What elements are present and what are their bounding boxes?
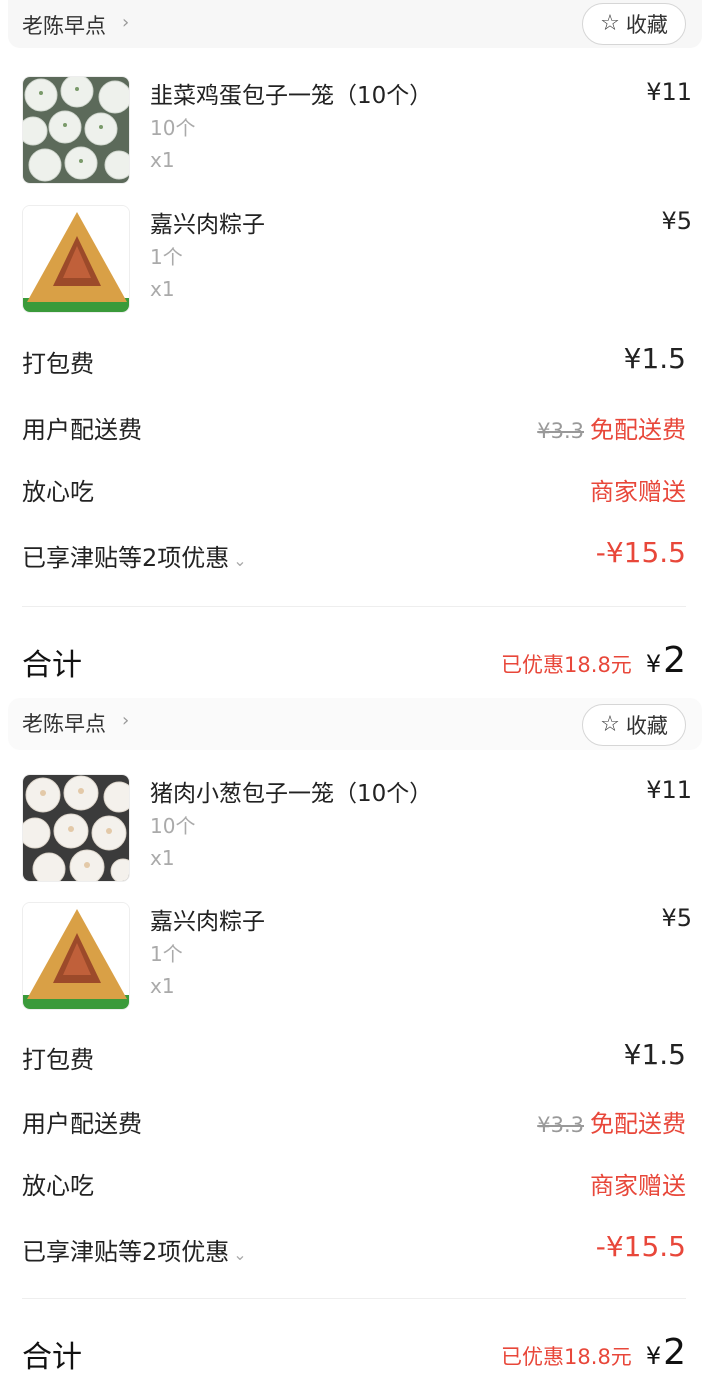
delivery-fee-free: 免配送费 xyxy=(590,1110,686,1138)
saved-amount: 已优惠18.8元 xyxy=(501,653,632,677)
assurance-row: 放心吃 商家赠送 xyxy=(22,472,686,512)
order-item[interactable]: 猪肉小葱包子一笼（10个） 10个 x1 ¥11 xyxy=(22,774,692,882)
item-spec: 1个 xyxy=(150,942,183,966)
order-item[interactable]: 嘉兴肉粽子 1个 x1 ¥5 xyxy=(22,902,692,1010)
packing-fee-row: 打包费 ¥1.5 xyxy=(22,342,686,384)
packing-fee-value: ¥1.5 xyxy=(623,1038,686,1071)
zongzi-thumbnail xyxy=(22,205,130,313)
chevron-right-icon: › xyxy=(122,710,130,731)
total-amount: ¥2 xyxy=(646,1332,686,1373)
yen-symbol: ¥ xyxy=(645,1342,662,1370)
item-name: 嘉兴肉粽子 xyxy=(150,909,265,935)
total-right: 已优惠18.8元 ¥2 xyxy=(501,640,686,681)
delivery-fee-free: 免配送费 xyxy=(590,416,686,444)
discounts-value: -¥15.5 xyxy=(595,536,686,569)
yen-symbol: ¥ xyxy=(645,650,662,678)
delivery-fee-label: 用户配送费 xyxy=(22,1110,142,1138)
packing-fee-row: 打包费 ¥1.5 xyxy=(22,1038,686,1080)
discounts-text: 已享津贴等2项优惠 xyxy=(22,544,230,572)
item-quantity: x1 xyxy=(150,846,175,870)
item-name: 韭菜鸡蛋包子一笼（10个） xyxy=(150,83,433,109)
discounts-value: -¥15.5 xyxy=(595,1230,686,1263)
divider xyxy=(22,1298,686,1299)
order-item[interactable]: 嘉兴肉粽子 1个 x1 ¥5 xyxy=(22,205,692,313)
shop-header[interactable]: 老陈早点 › ☆ 收藏 xyxy=(8,0,702,48)
discounts-row[interactable]: 已享津贴等2项优惠 ⌄ -¥15.5 xyxy=(22,536,686,578)
favorite-label: 收藏 xyxy=(625,714,668,738)
discounts-label[interactable]: 已享津贴等2项优惠 ⌄ xyxy=(22,538,247,573)
item-price: ¥5 xyxy=(661,207,692,235)
discounts-label[interactable]: 已享津贴等2项优惠 ⌄ xyxy=(22,1232,247,1267)
star-outline-icon: ☆ xyxy=(600,11,620,36)
packing-fee-label: 打包费 xyxy=(22,1046,94,1074)
assurance-label: 放心吃 xyxy=(22,1172,94,1200)
shop-header[interactable]: 老陈早点 › ☆ 收藏 xyxy=(8,698,702,750)
item-spec: 10个 xyxy=(150,814,196,838)
order-card: 老陈早点 › ☆ 收藏 猪肉小葱包子一笼（10个） 10个 x1 ¥11 嘉兴肉… xyxy=(0,692,720,1383)
discounts-text: 已享津贴等2项优惠 xyxy=(22,1238,230,1266)
item-name: 猪肉小葱包子一笼（10个） xyxy=(150,781,433,807)
item-price: ¥5 xyxy=(661,904,692,932)
packing-fee-value: ¥1.5 xyxy=(623,342,686,375)
item-price: ¥11 xyxy=(646,78,692,106)
assurance-label: 放心吃 xyxy=(22,478,94,506)
item-spec: 10个 xyxy=(150,116,196,140)
star-outline-icon: ☆ xyxy=(600,712,620,737)
total-right: 已优惠18.8元 ¥2 xyxy=(501,1332,686,1373)
steamed-buns-thumbnail xyxy=(22,774,130,882)
item-quantity: x1 xyxy=(150,974,175,998)
shop-name[interactable]: 老陈早点 xyxy=(22,10,106,40)
total-value: 2 xyxy=(663,640,686,681)
packing-fee-label: 打包费 xyxy=(22,350,94,378)
saved-amount: 已优惠18.8元 xyxy=(501,1345,632,1369)
delivery-fee-row: 用户配送费 ¥3.3 免配送费 xyxy=(22,410,686,450)
total-row: 合计 已优惠18.8元 ¥2 xyxy=(22,1332,686,1382)
divider xyxy=(22,606,686,607)
item-spec: 1个 xyxy=(150,245,183,269)
order-card: 老陈早点 › ☆ 收藏 韭菜鸡蛋包子一笼（10个） 10个 x1 ¥11 嘉兴肉… xyxy=(0,0,720,692)
chevron-right-icon: › xyxy=(122,12,130,33)
item-quantity: x1 xyxy=(150,148,175,172)
favorite-label: 收藏 xyxy=(625,13,668,37)
total-amount: ¥2 xyxy=(646,640,686,681)
assurance-value: 商家赠送 xyxy=(590,1172,686,1200)
shop-name[interactable]: 老陈早点 xyxy=(22,708,106,738)
favorite-button[interactable]: ☆ 收藏 xyxy=(582,3,686,45)
item-name: 嘉兴肉粽子 xyxy=(150,212,265,238)
total-row: 合计 已优惠18.8元 ¥2 xyxy=(22,640,686,690)
delivery-fee-value: ¥3.3 免配送费 xyxy=(537,410,686,445)
delivery-fee-row: 用户配送费 ¥3.3 免配送费 xyxy=(22,1104,686,1144)
assurance-row: 放心吃 商家赠送 xyxy=(22,1166,686,1206)
favorite-button[interactable]: ☆ 收藏 xyxy=(582,704,686,746)
delivery-fee-value: ¥3.3 免配送费 xyxy=(537,1104,686,1139)
assurance-value: 商家赠送 xyxy=(590,478,686,506)
steamed-buns-thumbnail xyxy=(22,76,130,184)
delivery-fee-label: 用户配送费 xyxy=(22,416,142,444)
order-item[interactable]: 韭菜鸡蛋包子一笼（10个） 10个 x1 ¥11 xyxy=(22,76,692,184)
zongzi-thumbnail xyxy=(22,902,130,1010)
item-quantity: x1 xyxy=(150,277,175,301)
total-value: 2 xyxy=(663,1332,686,1373)
delivery-fee-original: ¥3.3 xyxy=(537,419,584,443)
item-price: ¥11 xyxy=(646,776,692,804)
discounts-row[interactable]: 已享津贴等2项优惠 ⌄ -¥15.5 xyxy=(22,1230,686,1272)
chevron-down-icon: ⌄ xyxy=(233,551,247,570)
total-label: 合计 xyxy=(22,1340,82,1375)
total-label: 合计 xyxy=(22,648,82,683)
delivery-fee-original: ¥3.3 xyxy=(537,1113,584,1137)
chevron-down-icon: ⌄ xyxy=(233,1245,247,1264)
